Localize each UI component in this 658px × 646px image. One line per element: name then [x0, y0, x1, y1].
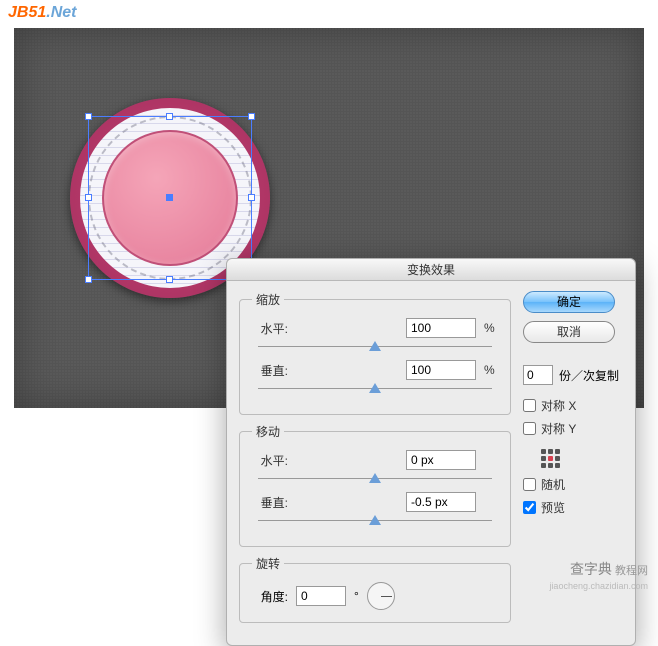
move-h-slider[interactable]: [258, 472, 492, 486]
scale-h-label: 水平:: [252, 320, 288, 337]
move-h-input[interactable]: [406, 450, 476, 470]
scale-h-slider[interactable]: [258, 340, 492, 354]
copies-input[interactable]: [523, 365, 553, 385]
random-checkbox[interactable]: [523, 478, 536, 491]
badge-center-circle: [102, 130, 238, 266]
scale-h-input[interactable]: [406, 318, 476, 338]
rotate-label: 角度:: [252, 588, 288, 605]
rotate-input[interactable]: [296, 586, 346, 606]
ok-button[interactable]: 确定: [523, 291, 615, 313]
move-group: 移动 水平: 垂直:: [239, 423, 511, 547]
scale-h-unit: %: [484, 321, 498, 335]
dialog-title[interactable]: 变换效果: [227, 259, 635, 281]
move-v-slider[interactable]: [258, 514, 492, 528]
rotate-legend: 旋转: [252, 555, 284, 572]
preview-checkbox[interactable]: [523, 501, 536, 514]
move-legend: 移动: [252, 423, 284, 440]
rotate-group: 旋转 角度: °: [239, 555, 511, 623]
reflect-x-label: 对称 X: [541, 397, 576, 414]
move-h-label: 水平:: [252, 452, 288, 469]
copies-label: 份／次复制: [559, 367, 619, 384]
scale-v-slider[interactable]: [258, 382, 492, 396]
rotate-degree: °: [354, 589, 359, 603]
reflect-y-checkbox[interactable]: [523, 422, 536, 435]
cancel-button[interactable]: 取消: [523, 321, 615, 343]
angle-dial[interactable]: [367, 582, 395, 610]
scale-group: 缩放 水平: % 垂直: %: [239, 291, 511, 415]
reference-point-grid[interactable]: [541, 449, 560, 468]
scale-v-unit: %: [484, 363, 498, 377]
reflect-x-checkbox[interactable]: [523, 399, 536, 412]
scale-v-label: 垂直:: [252, 362, 288, 379]
random-label: 随机: [541, 476, 565, 493]
move-v-label: 垂直:: [252, 494, 288, 511]
reflect-y-label: 对称 Y: [541, 420, 576, 437]
move-v-input[interactable]: [406, 492, 476, 512]
watermark-bottom-right: 查字典 教程网 jiaocheng.chazidian.com: [549, 560, 648, 593]
watermark-top-left: JB51.Net: [8, 4, 76, 22]
preview-label: 预览: [541, 499, 565, 516]
scale-v-input[interactable]: [406, 360, 476, 380]
scale-legend: 缩放: [252, 291, 284, 308]
